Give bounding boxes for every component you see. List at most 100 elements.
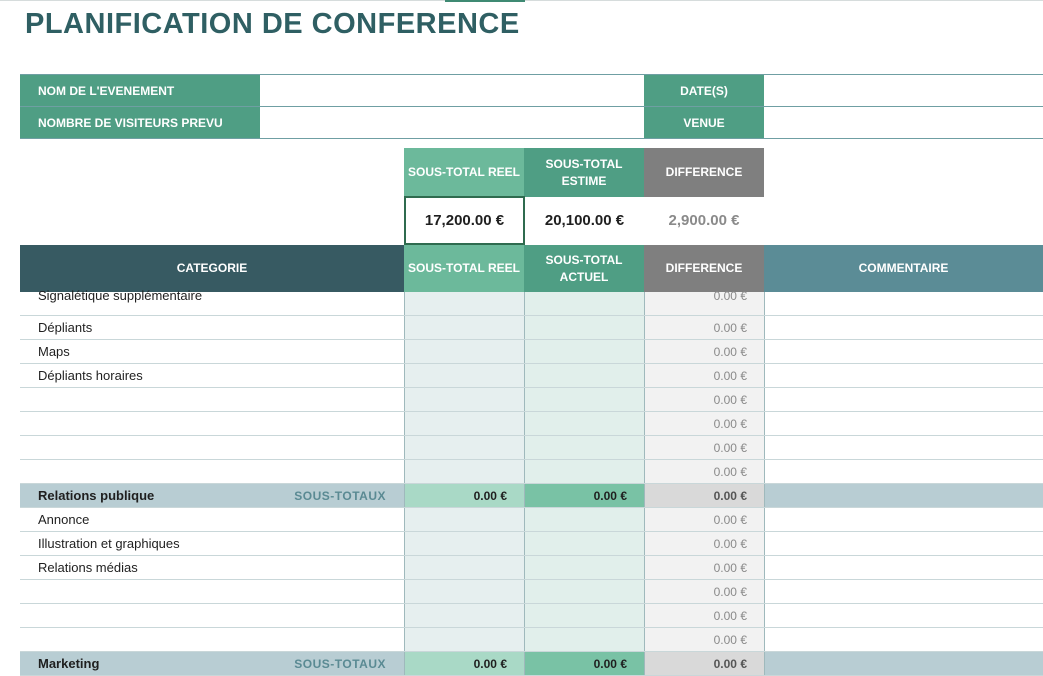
subtotal-comment-cell[interactable] — [765, 652, 1043, 675]
row-difference[interactable]: 0.00 € — [645, 388, 765, 411]
row-reel-cell[interactable] — [405, 340, 525, 363]
row-reel-cell[interactable] — [405, 388, 525, 411]
row-actuel-cell[interactable] — [525, 556, 645, 579]
dates-field[interactable] — [764, 75, 1043, 106]
table-row[interactable]: Relations médias 0.00 € — [20, 556, 1043, 580]
row-category[interactable]: Annonce — [20, 508, 405, 531]
row-difference[interactable]: 0.00 € — [645, 628, 765, 651]
table-row[interactable]: 0.00 € — [20, 580, 1043, 604]
row-reel-cell[interactable] — [405, 436, 525, 459]
row-reel-cell[interactable] — [405, 604, 525, 627]
table-row[interactable]: 0.00 € — [20, 460, 1043, 484]
row-actuel-cell[interactable] — [525, 532, 645, 555]
row-reel-cell[interactable] — [405, 628, 525, 651]
row-reel-cell[interactable] — [405, 316, 525, 339]
row-actuel-cell[interactable] — [525, 316, 645, 339]
total-estime-value[interactable]: 20,100.00 € — [525, 197, 644, 244]
row-actuel-cell[interactable] — [525, 412, 645, 435]
row-category[interactable] — [20, 388, 405, 411]
row-category[interactable]: Dépliants horaires — [20, 364, 405, 387]
row-category[interactable]: Relations médias — [20, 556, 405, 579]
row-comment-cell[interactable] — [765, 436, 1043, 459]
table-row[interactable]: 0.00 € — [20, 436, 1043, 460]
col-header-reel[interactable]: SOUS-TOTAL REEL — [404, 245, 524, 292]
row-comment-cell[interactable] — [765, 388, 1043, 411]
row-difference[interactable]: 0.00 € — [645, 556, 765, 579]
row-difference[interactable]: 0.00 € — [645, 460, 765, 483]
row-comment-cell[interactable] — [765, 412, 1043, 435]
row-reel-cell[interactable] — [405, 580, 525, 603]
row-actuel-cell[interactable] — [525, 460, 645, 483]
row-reel-cell[interactable] — [405, 556, 525, 579]
row-difference[interactable]: 0.00 € — [645, 316, 765, 339]
event-name-field[interactable] — [260, 75, 644, 106]
subtotal-comment-cell[interactable] — [765, 484, 1043, 507]
row-reel-cell[interactable] — [405, 508, 525, 531]
table-row[interactable]: Illustration et graphiques 0.00 € — [20, 532, 1043, 556]
col-header-comment[interactable]: COMMENTAIRE — [764, 245, 1043, 292]
table-row[interactable]: 0.00 € — [20, 628, 1043, 652]
table-row[interactable]: Signalétique supplémentaire 0.00 € — [20, 288, 1043, 316]
row-category[interactable]: Dépliants — [20, 316, 405, 339]
table-row[interactable]: 0.00 € — [20, 388, 1043, 412]
table-row[interactable]: Maps 0.00 € — [20, 340, 1043, 364]
visitors-field[interactable] — [260, 107, 644, 138]
row-actuel-cell[interactable] — [525, 604, 645, 627]
row-category[interactable]: Illustration et graphiques — [20, 532, 405, 555]
row-difference[interactable]: 0.00 € — [645, 436, 765, 459]
row-reel-cell[interactable] — [405, 412, 525, 435]
col-header-category[interactable]: CATEGORIE — [20, 245, 404, 292]
col-header-actuel[interactable]: SOUS-TOTAL ACTUEL — [524, 245, 644, 292]
row-category[interactable]: Maps — [20, 340, 405, 363]
row-category[interactable] — [20, 580, 405, 603]
row-difference[interactable]: 0.00 € — [645, 340, 765, 363]
subtotal-reel[interactable]: 0.00 € — [405, 484, 525, 507]
subtotal-difference[interactable]: 0.00 € — [645, 652, 765, 675]
table-row[interactable]: Dépliants 0.00 € — [20, 316, 1043, 340]
row-comment-cell[interactable] — [765, 508, 1043, 531]
row-comment-cell[interactable] — [765, 292, 1043, 315]
row-category[interactable] — [20, 436, 405, 459]
venue-field[interactable] — [764, 107, 1043, 138]
row-comment-cell[interactable] — [765, 340, 1043, 363]
table-row[interactable]: 0.00 € — [20, 604, 1043, 628]
row-reel-cell[interactable] — [405, 292, 525, 315]
row-comment-cell[interactable] — [765, 364, 1043, 387]
row-actuel-cell[interactable] — [525, 628, 645, 651]
subtotal-row[interactable]: Marketing SOUS-TOTAUX 0.00 € 0.00 € 0.00… — [20, 652, 1043, 676]
row-actuel-cell[interactable] — [525, 292, 645, 315]
row-reel-cell[interactable] — [405, 460, 525, 483]
row-difference[interactable]: 0.00 € — [645, 412, 765, 435]
subtotal-actuel[interactable]: 0.00 € — [525, 652, 645, 675]
row-actuel-cell[interactable] — [525, 364, 645, 387]
table-row[interactable]: Annonce 0.00 € — [20, 508, 1043, 532]
row-category[interactable] — [20, 628, 405, 651]
row-comment-cell[interactable] — [765, 628, 1043, 651]
col-header-difference[interactable]: DIFFERENCE — [644, 245, 764, 292]
row-difference[interactable]: 0.00 € — [645, 532, 765, 555]
subtotal-difference[interactable]: 0.00 € — [645, 484, 765, 507]
row-difference[interactable]: 0.00 € — [645, 364, 765, 387]
row-actuel-cell[interactable] — [525, 340, 645, 363]
table-row[interactable]: Dépliants horaires 0.00 € — [20, 364, 1043, 388]
row-comment-cell[interactable] — [765, 604, 1043, 627]
row-reel-cell[interactable] — [405, 364, 525, 387]
row-category[interactable] — [20, 604, 405, 627]
row-actuel-cell[interactable] — [525, 508, 645, 531]
row-category[interactable] — [20, 460, 405, 483]
row-actuel-cell[interactable] — [525, 580, 645, 603]
row-reel-cell[interactable] — [405, 532, 525, 555]
row-comment-cell[interactable] — [765, 460, 1043, 483]
row-difference[interactable]: 0.00 € — [645, 604, 765, 627]
subtotal-reel[interactable]: 0.00 € — [405, 652, 525, 675]
row-difference[interactable]: 0.00 € — [645, 580, 765, 603]
total-reel-value[interactable]: 17,200.00 € — [404, 196, 525, 245]
subtotal-row[interactable]: Relations publique SOUS-TOTAUX 0.00 € 0.… — [20, 484, 1043, 508]
row-actuel-cell[interactable] — [525, 436, 645, 459]
total-difference-value[interactable]: 2,900.00 € — [644, 197, 764, 244]
row-actuel-cell[interactable] — [525, 388, 645, 411]
row-comment-cell[interactable] — [765, 580, 1043, 603]
row-comment-cell[interactable] — [765, 532, 1043, 555]
table-row[interactable]: 0.00 € — [20, 412, 1043, 436]
row-difference[interactable]: 0.00 € — [645, 508, 765, 531]
